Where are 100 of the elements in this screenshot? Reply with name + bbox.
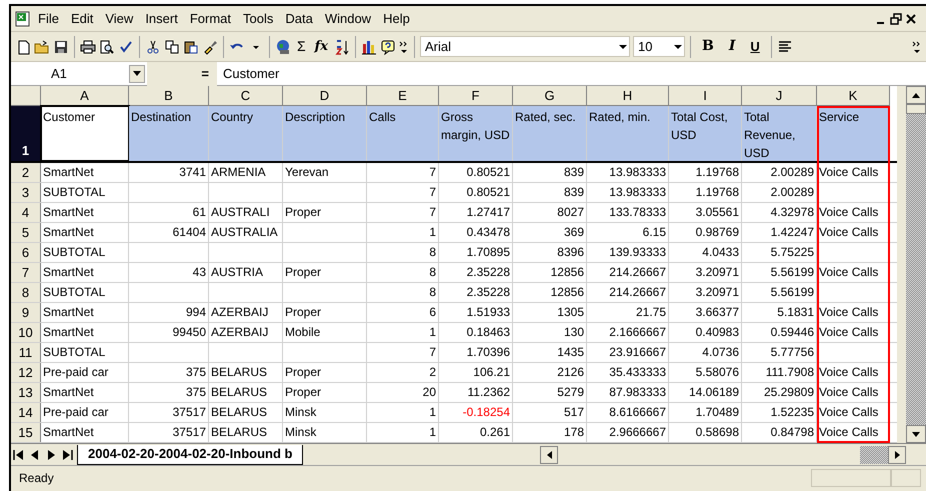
open-folder-icon[interactable] [34,38,50,54]
row-header[interactable]: 14 [11,403,41,422]
scroll-down-button[interactable] [906,425,926,443]
horizontal-scrollbar[interactable] [540,446,906,464]
row-header[interactable]: 6 [11,243,41,262]
table-cell: 2.35228 [466,285,510,299]
row-header[interactable]: 5 [11,223,41,242]
bar-chart-icon[interactable] [361,38,377,54]
menu-item[interactable]: File [33,8,64,28]
column-header[interactable]: D [283,86,367,106]
spreadsheet-app-icon[interactable] [15,10,31,26]
table-cell: 2.9666667 [609,425,666,439]
table-cell: 1 [429,405,436,419]
row-header[interactable]: 7 [11,263,41,282]
underline-button[interactable]: U [744,36,766,56]
table-cell: 375 [186,365,206,379]
column-header[interactable]: C [209,86,283,106]
italic-button[interactable]: I [722,36,742,57]
table-cell: 0.58698 [696,425,739,439]
cut-icon[interactable] [145,38,161,54]
menu-item[interactable]: Tools [238,8,278,28]
table-cell: 0.80521 [466,165,510,179]
sort-ascending-icon[interactable] [334,38,350,54]
table-cell: 7 [429,205,436,219]
table-cell: 2 [429,365,436,379]
menu-item[interactable]: View [100,8,138,28]
column-header[interactable]: E [367,86,439,106]
table-cell: 839 [564,185,584,199]
table-cell: Yerevan [285,165,329,179]
menu-item[interactable]: Help [378,8,415,28]
row-header[interactable]: 15 [11,423,41,442]
row-header[interactable]: 10 [11,323,41,342]
column-header[interactable]: A [41,86,129,106]
table-cell: 23.916667 [609,345,666,359]
formula-value[interactable]: Customer [217,64,280,84]
table-cell: Voice Calls [819,305,878,319]
column-header[interactable]: I [669,86,742,106]
font-name-field[interactable]: Arial [420,36,630,57]
row-header[interactable]: 8 [11,283,41,302]
column-heading: Total Cost, USD [671,109,729,144]
save-icon[interactable] [53,38,69,54]
table-cell: Voice Calls [819,205,878,219]
copy-icon[interactable] [164,38,180,54]
overflow-chevron-icon[interactable] [399,38,409,54]
column-header[interactable]: K [817,86,890,106]
scroll-thumb[interactable] [906,104,926,114]
column-header[interactable]: H [587,86,669,106]
table-cell: 178 [564,425,584,439]
table-cell: 8 [429,285,436,299]
dropdown-caret-icon[interactable] [133,71,141,76]
right-arrow-icon[interactable] [894,450,900,458]
row-header[interactable]: 4 [11,203,41,222]
table-cell: 12856 [550,285,584,299]
help-icon[interactable] [380,38,396,54]
row-header[interactable]: 12 [11,363,41,382]
sheet-tab[interactable]: 2004-02-20-2004-02-20-Inbound b [77,444,304,464]
bold-button[interactable]: B [696,36,720,57]
table-cell: 25.29809 [764,385,814,399]
sum-button[interactable]: Σ [294,36,309,57]
table-cell: 5.1831 [777,305,814,319]
row-header[interactable]: 11 [11,343,41,362]
spell-check-icon[interactable] [118,38,134,54]
table-cell: SUBTOTAL [43,345,106,359]
row-header[interactable]: 9 [11,303,41,322]
globe-icon[interactable] [275,38,291,54]
row-header[interactable]: 1 [11,106,41,161]
table-cell: 130 [564,325,584,339]
paintbrush-icon[interactable] [202,38,218,54]
paste-icon[interactable] [183,38,199,54]
column-header[interactable]: F [439,86,513,106]
menu-item[interactable]: Edit [66,8,98,28]
row-header[interactable]: 2 [11,163,41,182]
row-header[interactable]: 13 [11,383,41,402]
close-icon[interactable] [904,12,918,26]
font-size-field[interactable]: 10 [633,36,685,57]
table-cell: 4.0433 [702,245,739,259]
menu-item[interactable]: Format [184,8,236,28]
left-arrow-icon[interactable] [546,450,552,458]
align-left-icon[interactable] [776,38,793,54]
column-header[interactable]: J [742,86,817,106]
table-cell: Proper [285,265,322,279]
overflow-chevron-icon[interactable] [912,38,922,54]
restore-icon[interactable] [889,12,903,26]
menu-item[interactable]: Insert [140,8,183,28]
print-icon[interactable] [80,38,96,54]
scroll-up-button[interactable] [906,86,926,104]
menu-item[interactable]: Data [280,8,318,28]
select-all-corner[interactable] [11,86,41,106]
table-cell: 35.433333 [609,365,666,379]
column-header[interactable]: B [129,86,209,106]
print-preview-icon[interactable] [99,38,115,54]
vertical-scrollbar[interactable] [906,86,926,443]
menu-item[interactable]: Window [320,8,376,28]
table-cell: 14.06189 [688,385,739,399]
table-cell: SmartNet [43,205,94,219]
column-header[interactable]: G [513,86,587,106]
table-cell: 1.52235 [770,405,814,419]
function-button[interactable]: fx [312,36,331,56]
row-header[interactable]: 3 [11,183,41,202]
table-cell: 994 [186,305,206,319]
